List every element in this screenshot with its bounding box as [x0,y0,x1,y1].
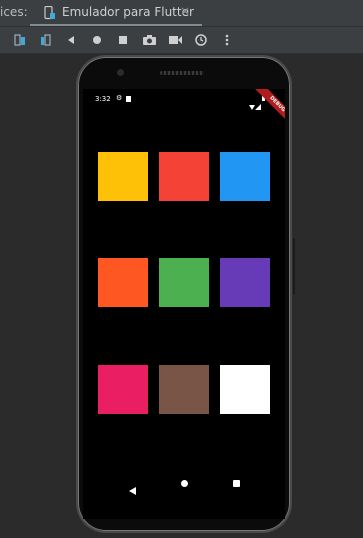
color-square-1[interactable] [98,152,148,201]
device-screen[interactable]: 3:32 ⚙ DEBUG [83,89,285,519]
front-camera [117,69,124,76]
phone-frame: 3:32 ⚙ DEBUG [78,57,290,531]
tab-prefix-label: ices: [0,5,28,19]
snapshot-icon[interactable] [193,32,209,48]
more-options-icon[interactable] [219,32,235,48]
tab-label: Emulador para Flutter [62,5,194,19]
status-time: 3:32 [95,95,111,103]
home-icon[interactable] [89,32,105,48]
color-square-9[interactable] [220,365,270,414]
nav-back-icon[interactable] [129,480,136,499]
color-square-5[interactable] [159,258,209,307]
nav-recents-icon[interactable] [233,480,240,487]
color-square-7[interactable] [98,365,148,414]
sd-card-icon [126,96,131,102]
nav-home-icon[interactable] [181,480,188,487]
tab-bar: ices: Emulador para Flutter × [0,0,363,27]
phone-icon [44,5,55,20]
back-icon[interactable] [63,32,79,48]
color-square-6[interactable] [220,258,270,307]
overview-icon[interactable] [115,32,131,48]
tab-emulator[interactable]: Emulador para Flutter × [30,0,202,26]
rotate-right-icon[interactable] [38,32,54,48]
color-square-2[interactable] [159,152,209,201]
close-icon[interactable]: × [180,4,190,18]
rotate-left-icon[interactable] [12,32,28,48]
signal-icon [255,95,261,114]
color-square-3[interactable] [220,152,270,201]
speaker-grille [160,71,204,75]
camera-icon[interactable] [141,32,157,48]
emulator-toolbar [0,27,363,54]
device-side-button [293,238,295,294]
color-square-8[interactable] [159,365,209,414]
color-square-4[interactable] [98,258,148,307]
video-icon[interactable] [167,32,183,48]
settings-icon: ⚙ [116,94,123,102]
